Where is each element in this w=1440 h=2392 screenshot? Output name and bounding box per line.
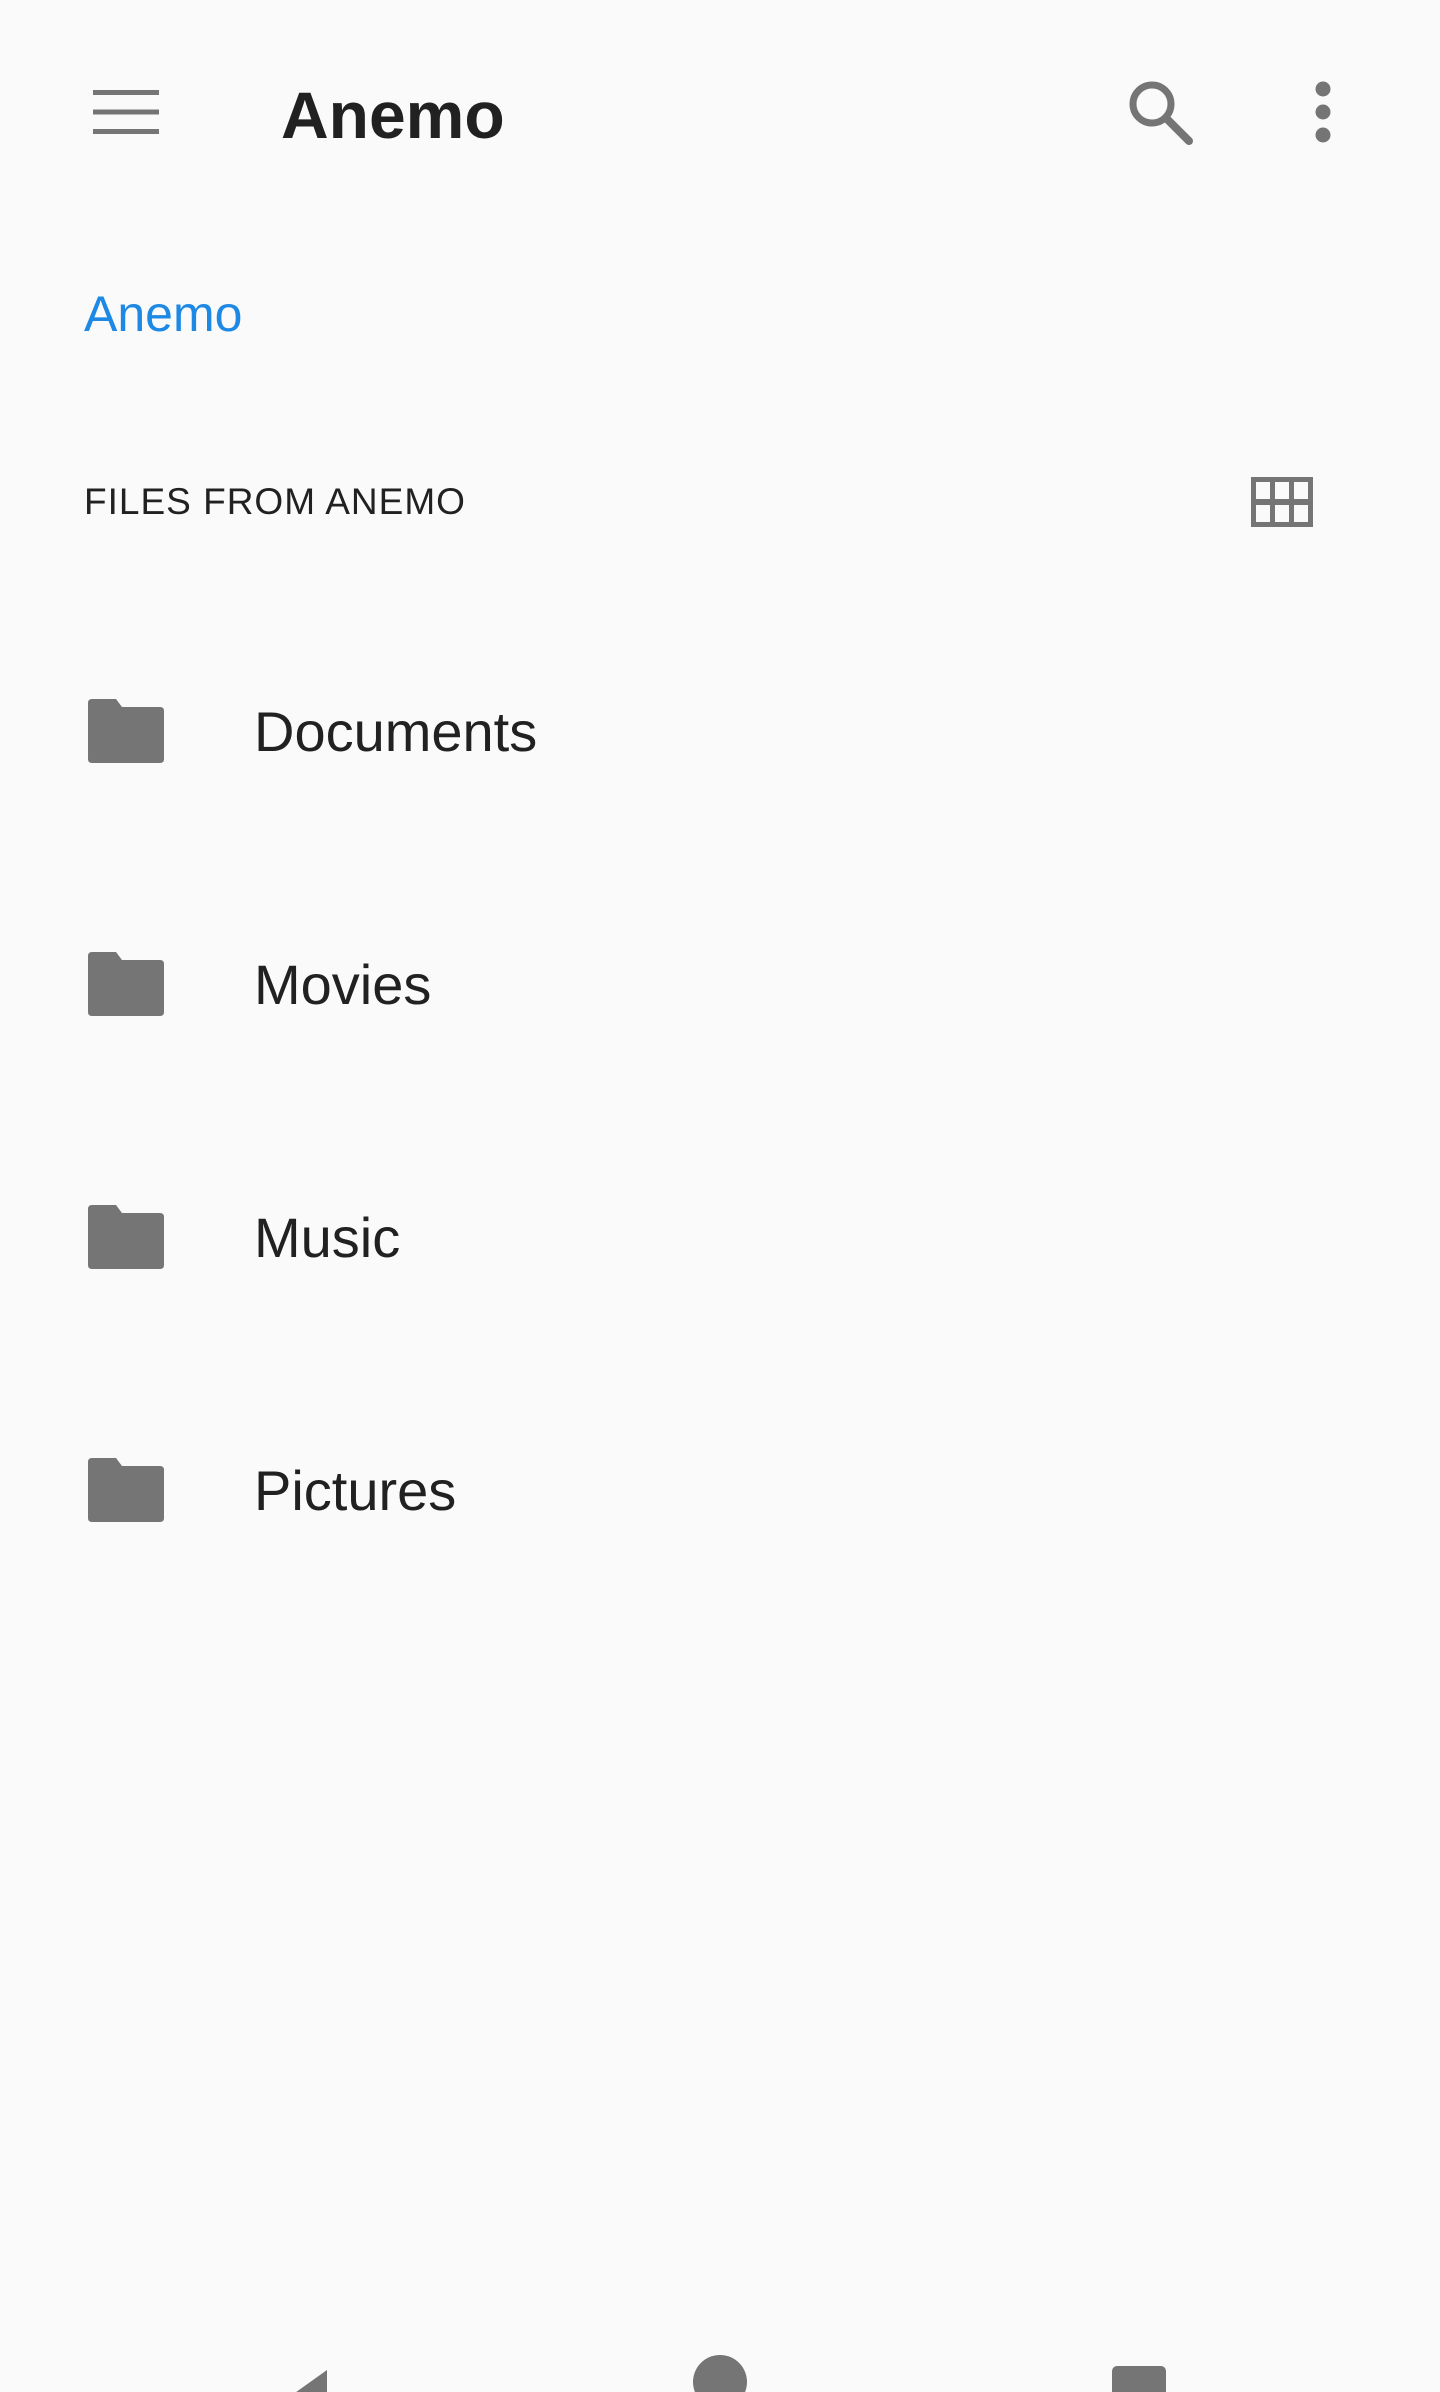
folder-icon [88, 1205, 164, 1269]
menu-button[interactable] [71, 57, 181, 167]
grid-view-toggle-button[interactable] [1230, 450, 1334, 554]
file-list: Documents Movies Music Pictures [0, 607, 1440, 1619]
folder-icon [88, 1458, 164, 1522]
folder-icon [88, 952, 164, 1016]
breadcrumb-root[interactable]: Anemo [84, 284, 242, 344]
recents-square-icon [1112, 2366, 1166, 2392]
app-title: Anemo [281, 78, 505, 152]
more-options-button[interactable] [1268, 57, 1378, 167]
list-item-movies[interactable]: Movies [0, 860, 1440, 1113]
list-item-documents[interactable]: Documents [0, 607, 1440, 860]
search-icon [1129, 81, 1193, 145]
nav-back-button[interactable] [232, 2320, 372, 2392]
item-label: Pictures [254, 1459, 457, 1522]
list-item-music[interactable]: Music [0, 1113, 1440, 1366]
nav-recents-button[interactable] [1068, 2320, 1208, 2392]
app-bar: Anemo [0, 0, 1440, 224]
item-label: Documents [254, 700, 538, 763]
search-button[interactable] [1105, 57, 1215, 167]
grid-view-icon [1251, 477, 1313, 527]
home-circle-icon [693, 2355, 747, 2392]
hamburger-menu-icon [93, 90, 159, 134]
section-header: FILES FROM ANEMO [84, 481, 466, 522]
nav-home-button[interactable] [650, 2320, 790, 2392]
more-vertical-icon [1315, 81, 1331, 143]
system-navigation-bar [0, 2320, 1440, 2392]
item-label: Music [254, 1206, 401, 1269]
item-label: Movies [254, 953, 432, 1016]
folder-icon [88, 699, 164, 763]
back-triangle-icon [296, 2370, 327, 2392]
list-item-pictures[interactable]: Pictures [0, 1366, 1440, 1619]
